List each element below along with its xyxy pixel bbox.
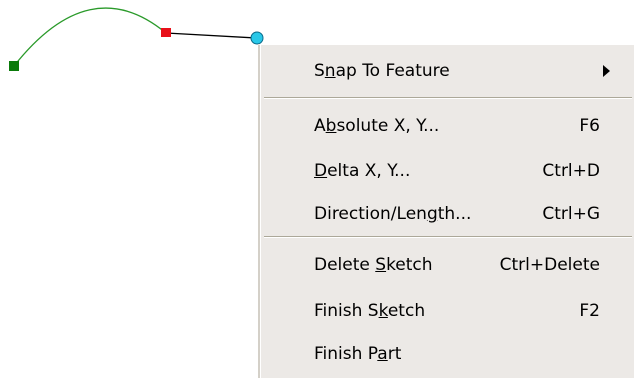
- menu-item-label: Delta X, Y...: [314, 161, 411, 181]
- menu-item-label: Delete Sketch: [314, 255, 433, 275]
- menu-item-label: Finish Sketch: [314, 301, 426, 321]
- menu-item-delete-sketch[interactable]: Delete Sketch Ctrl+Delete: [260, 244, 634, 286]
- menu-item-shortcut: Ctrl+D: [542, 161, 600, 181]
- menu-item-snap-to-feature[interactable]: Snap To Feature: [260, 50, 634, 92]
- submenu-arrow-icon: [603, 65, 610, 77]
- menu-item-shortcut: Ctrl+Delete: [499, 255, 600, 275]
- start-vertex[interactable]: [9, 61, 19, 71]
- menu-item-shortcut: Ctrl+G: [542, 204, 600, 224]
- mid-vertex[interactable]: [161, 28, 171, 37]
- menu-item-finish-sketch[interactable]: Finish Sketch F2: [260, 290, 634, 332]
- sketch-arc: [13, 7, 167, 67]
- menu-item-label: Finish Part: [314, 344, 402, 364]
- menu-item-delta-xy[interactable]: Delta X, Y... Ctrl+D: [260, 150, 634, 192]
- menu-item-shortcut: F6: [579, 116, 600, 136]
- menu-item-absolute-xy[interactable]: Absolute X, Y... F6: [260, 105, 634, 147]
- menu-item-label: Snap To Feature: [314, 61, 450, 81]
- menu-item-label: Absolute X, Y...: [314, 116, 440, 136]
- menu-separator: [264, 236, 632, 238]
- context-menu: Snap To Feature Absolute X, Y... F6 Delt…: [258, 44, 634, 378]
- menu-item-finish-part[interactable]: Finish Part: [260, 333, 634, 375]
- menu-item-shortcut: F2: [579, 301, 600, 321]
- cursor-vertex[interactable]: [250, 31, 264, 45]
- menu-item-direction-length[interactable]: Direction/Length... Ctrl+G: [260, 193, 634, 235]
- sketch-segment: [165, 32, 257, 39]
- menu-item-label: Direction/Length...: [314, 204, 472, 224]
- menu-separator: [264, 97, 632, 99]
